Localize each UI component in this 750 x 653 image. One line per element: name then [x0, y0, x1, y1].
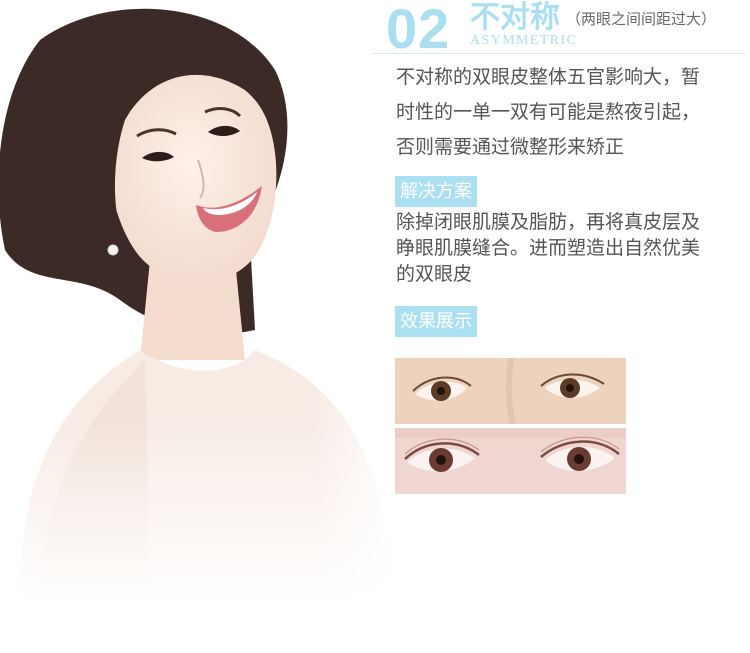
solution-line: 的双眼皮: [396, 263, 473, 285]
description: 不对称的双眼皮整体五官影响大，暂 时性的一单一双有可能是熬夜引起， 否则需要通过…: [396, 60, 731, 165]
solution-line: 睁眼肌膜缝合。进而塑造出自然优美: [396, 237, 701, 259]
section-number: 02: [386, 0, 451, 60]
section-title: 不对称: [470, 0, 560, 35]
divider: [372, 53, 745, 54]
before-eyes-image: [395, 358, 626, 424]
result-label: 效果展示: [395, 306, 477, 337]
section-english-title: ASYMMETRIC: [470, 33, 578, 48]
solution-text: 除掉闭眼肌膜及脂肪，再将真皮层及 睁眼肌膜缝合。进而塑造出自然优美 的双眼皮: [396, 209, 736, 287]
description-line: 时性的一单一双有可能是熬夜引起，: [396, 101, 701, 123]
before-after-eyes-photo: [395, 358, 626, 494]
solution-label: 解决方案: [395, 176, 477, 207]
model-portrait: [0, 0, 400, 600]
solution-line: 除掉闭眼肌膜及脂肪，再将真皮层及: [396, 211, 701, 233]
after-eyes-image: [395, 428, 626, 494]
description-line: 否则需要通过微整形来矫正: [396, 136, 625, 158]
section-subtitle: （两眼之间间距过大）: [566, 10, 717, 28]
description-line: 不对称的双眼皮整体五官影响大，暂: [396, 66, 701, 88]
